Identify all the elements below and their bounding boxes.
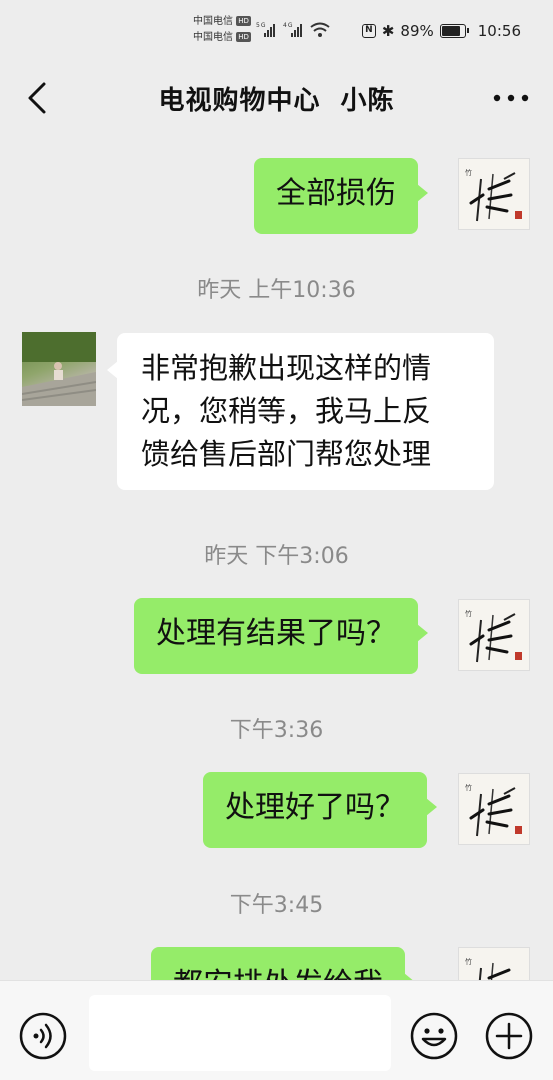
hd-badge-2: HD xyxy=(236,32,251,42)
voice-icon xyxy=(19,1012,67,1060)
message-timestamp: 昨天 上午10:36 xyxy=(197,278,356,303)
battery-percent: 89% xyxy=(400,22,434,40)
outgoing-message[interactable]: 处理有结果了吗？ xyxy=(134,598,428,674)
status-bar: 中国电信 HD 中国电信 HD 5G 4G N ✱ 89% 10:56 xyxy=(0,0,553,62)
plus-icon xyxy=(485,1012,533,1060)
carrier-1-label: 中国电信 xyxy=(193,16,233,27)
bamboo-painting-icon: 竹 xyxy=(465,168,522,222)
voice-button[interactable] xyxy=(18,1011,68,1061)
emoji-button[interactable] xyxy=(409,1011,459,1061)
bamboo-painting-icon: 竹 xyxy=(465,609,522,663)
my-avatar[interactable]: 竹 xyxy=(458,599,530,671)
svg-text:5G: 5G xyxy=(256,22,266,29)
svg-text:竹: 竹 xyxy=(465,783,472,792)
more-button[interactable] xyxy=(491,80,531,116)
landscape-photo-icon xyxy=(21,332,97,406)
chat-input-bar xyxy=(0,980,553,1080)
carrier-2-label: 中国电信 xyxy=(193,32,233,43)
battery-icon xyxy=(439,24,469,38)
clock: 10:56 xyxy=(477,22,521,40)
my-avatar[interactable]: 竹 xyxy=(458,158,530,230)
message-input[interactable] xyxy=(89,995,391,1071)
chat-header: 电视购物中心 小陈 xyxy=(0,62,553,134)
incoming-message[interactable]: 非常抱歉出现这样的情 况，您稍等，我马上反 馈给售后部门帮您处理 xyxy=(107,333,494,490)
message-line: 非常抱歉出现这样的情 xyxy=(141,351,432,385)
outgoing-message[interactable]: 全部损伤 xyxy=(254,158,428,234)
message-line: 况，您稍等，我马上反 xyxy=(141,394,432,428)
more-dots-icon xyxy=(493,94,529,102)
chat-title: 电视购物中心 小陈 xyxy=(158,86,395,116)
message-timestamp: 下午3:36 xyxy=(229,718,324,743)
message-line: 馈给售后部门帮您处理 xyxy=(141,437,432,471)
svg-text:竹: 竹 xyxy=(465,168,472,177)
svg-text:4G: 4G xyxy=(283,22,293,29)
message-timestamp: 昨天 下午3:06 xyxy=(204,544,349,569)
bamboo-painting-icon: 竹 xyxy=(465,783,522,837)
status-right: N ✱ 89% 10:56 xyxy=(361,22,521,40)
bluetooth-icon: ✱ xyxy=(381,22,395,40)
svg-text:竹: 竹 xyxy=(465,957,472,966)
more-functions-button[interactable] xyxy=(484,1011,534,1061)
message-timestamp: 下午3:45 xyxy=(229,893,324,918)
wifi-icon xyxy=(310,22,330,37)
hd-badge: HD xyxy=(236,16,251,26)
emoji-icon xyxy=(410,1012,458,1060)
outgoing-message[interactable]: 处理好了吗？ xyxy=(203,772,437,848)
carrier-labels: 中国电信 HD 中国电信 HD xyxy=(193,14,251,46)
my-avatar[interactable]: 竹 xyxy=(458,773,530,845)
svg-text:竹: 竹 xyxy=(465,609,472,618)
signal-icon: 5G 4G xyxy=(256,20,331,41)
contact-avatar[interactable] xyxy=(21,332,97,406)
battery-fill xyxy=(441,26,461,36)
nfc-icon: N xyxy=(361,24,376,38)
